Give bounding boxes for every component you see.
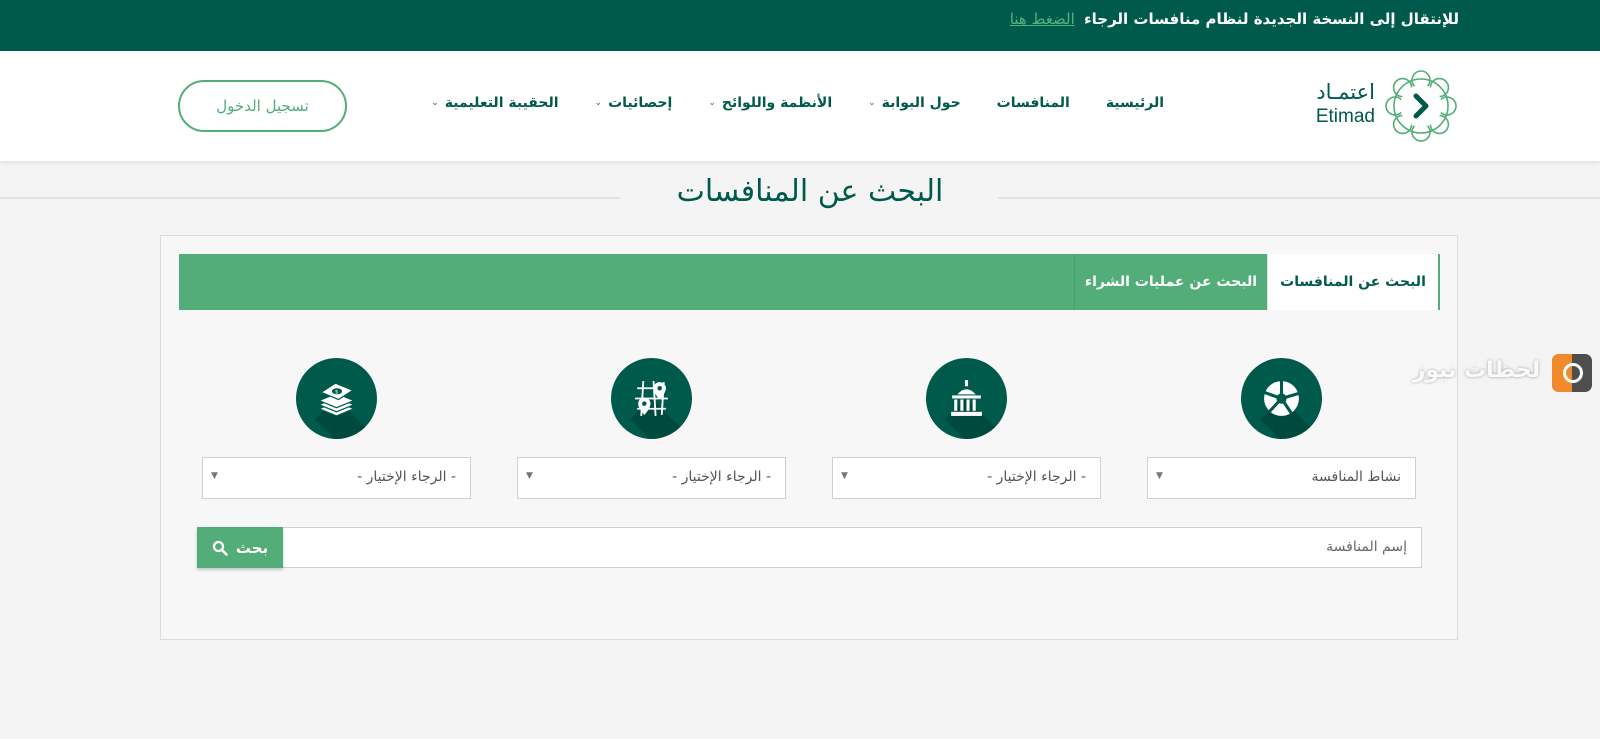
money-stack-icon: $ (296, 358, 377, 439)
login-button[interactable]: تسجيل الدخول (178, 80, 347, 132)
chevron-down-icon: ⌄ (708, 98, 716, 108)
nav-item-label: حول البوابة (881, 95, 961, 111)
search-tabs: البحث عن المنافسات البحث عن عمليات الشرا… (179, 254, 1440, 310)
nav-item-label: إحصائيات (608, 95, 673, 111)
pie-chart-icon (1241, 358, 1322, 439)
logo-english-text: Etimad (1315, 106, 1375, 127)
announcement-bar: للإنتقال إلى النسخة الجديدة لنظام منافسا… (0, 0, 1600, 51)
main-nav: الرئيسية المنافسات حول البوابة ⌄ الأنظمة… (431, 95, 1164, 111)
nav-item-learning-kit[interactable]: الحقيبة التعليمية ⌄ (431, 95, 558, 111)
select-value: - الرجاء الإختيار - (672, 469, 771, 485)
select-value: - الرجاء الإختيار - (987, 469, 1086, 485)
value-range-select[interactable]: - الرجاء الإختيار - ▼ (202, 457, 471, 499)
svg-text:$: $ (335, 389, 338, 395)
chevron-down-icon: ⌄ (431, 98, 439, 108)
announcement-text: للإنتقال إلى النسخة الجديدة لنظام منافسا… (1010, 10, 1459, 28)
camera-logo-icon (1552, 354, 1592, 392)
title-divider-left (0, 197, 620, 199)
nav-item-label: الأنظمة واللوائح (721, 95, 833, 111)
chevron-down-icon: ⌄ (868, 98, 876, 108)
etimad-logo[interactable]: اعتمـاد Etimad (1309, 68, 1459, 144)
nav-item-tenders[interactable]: المنافسات (997, 95, 1070, 111)
nav-item-label: الرئيسية (1105, 95, 1164, 111)
caret-down-icon: ▼ (526, 471, 533, 481)
nav-item-label: الحقيبة التعليمية (444, 95, 559, 111)
agency-select[interactable]: - الرجاء الإختيار - ▼ (832, 457, 1101, 499)
select-value: نشاط المنافسة (1311, 469, 1401, 485)
tender-name-input[interactable]: إسم المنافسة (282, 527, 1422, 568)
logo-emblem-icon (1385, 70, 1457, 142)
announcement-message: للإنتقال إلى النسخة الجديدة لنظام منافسا… (1083, 10, 1459, 28)
logo-arabic-text: اعتمـاد (1316, 80, 1375, 104)
nav-item-regulations[interactable]: الأنظمة واللوائح ⌄ (708, 95, 832, 111)
caret-down-icon: ▼ (211, 471, 218, 481)
nav-item-label: المنافسات (996, 95, 1070, 111)
announcement-link[interactable]: الضغط هنا (1010, 10, 1075, 28)
tab-search-purchases[interactable]: البحث عن عمليات الشراء (1074, 254, 1267, 310)
search-button[interactable]: بحث (197, 527, 283, 568)
tender-activity-select[interactable]: نشاط المنافسة ▼ (1147, 457, 1416, 499)
caret-down-icon: ▼ (841, 471, 848, 481)
search-placeholder: إسم المنافسة (1326, 539, 1407, 555)
government-building-icon (926, 358, 1007, 439)
nav-item-about[interactable]: حول البوابة ⌄ (868, 95, 961, 111)
nav-item-home[interactable]: الرئيسية (1106, 95, 1164, 111)
nav-item-statistics[interactable]: إحصائيات ⌄ (595, 95, 673, 111)
page-title: البحث عن المنافسات (676, 174, 944, 209)
title-divider-right (998, 197, 1600, 199)
site-header: اعتمـاد Etimad الرئيسية المنافسات حول ال… (0, 51, 1600, 161)
watermark-text: لحظات نيوز (1412, 358, 1540, 383)
map-pin-icon (611, 358, 692, 439)
search-button-label: بحث (235, 538, 269, 557)
select-value: - الرجاء الإختيار - (357, 469, 456, 485)
search-icon (212, 540, 228, 556)
region-select[interactable]: - الرجاء الإختيار - ▼ (517, 457, 786, 499)
chevron-down-icon: ⌄ (594, 98, 603, 108)
tab-search-tenders[interactable]: البحث عن المنافسات (1267, 254, 1440, 310)
caret-down-icon: ▼ (1156, 471, 1163, 481)
